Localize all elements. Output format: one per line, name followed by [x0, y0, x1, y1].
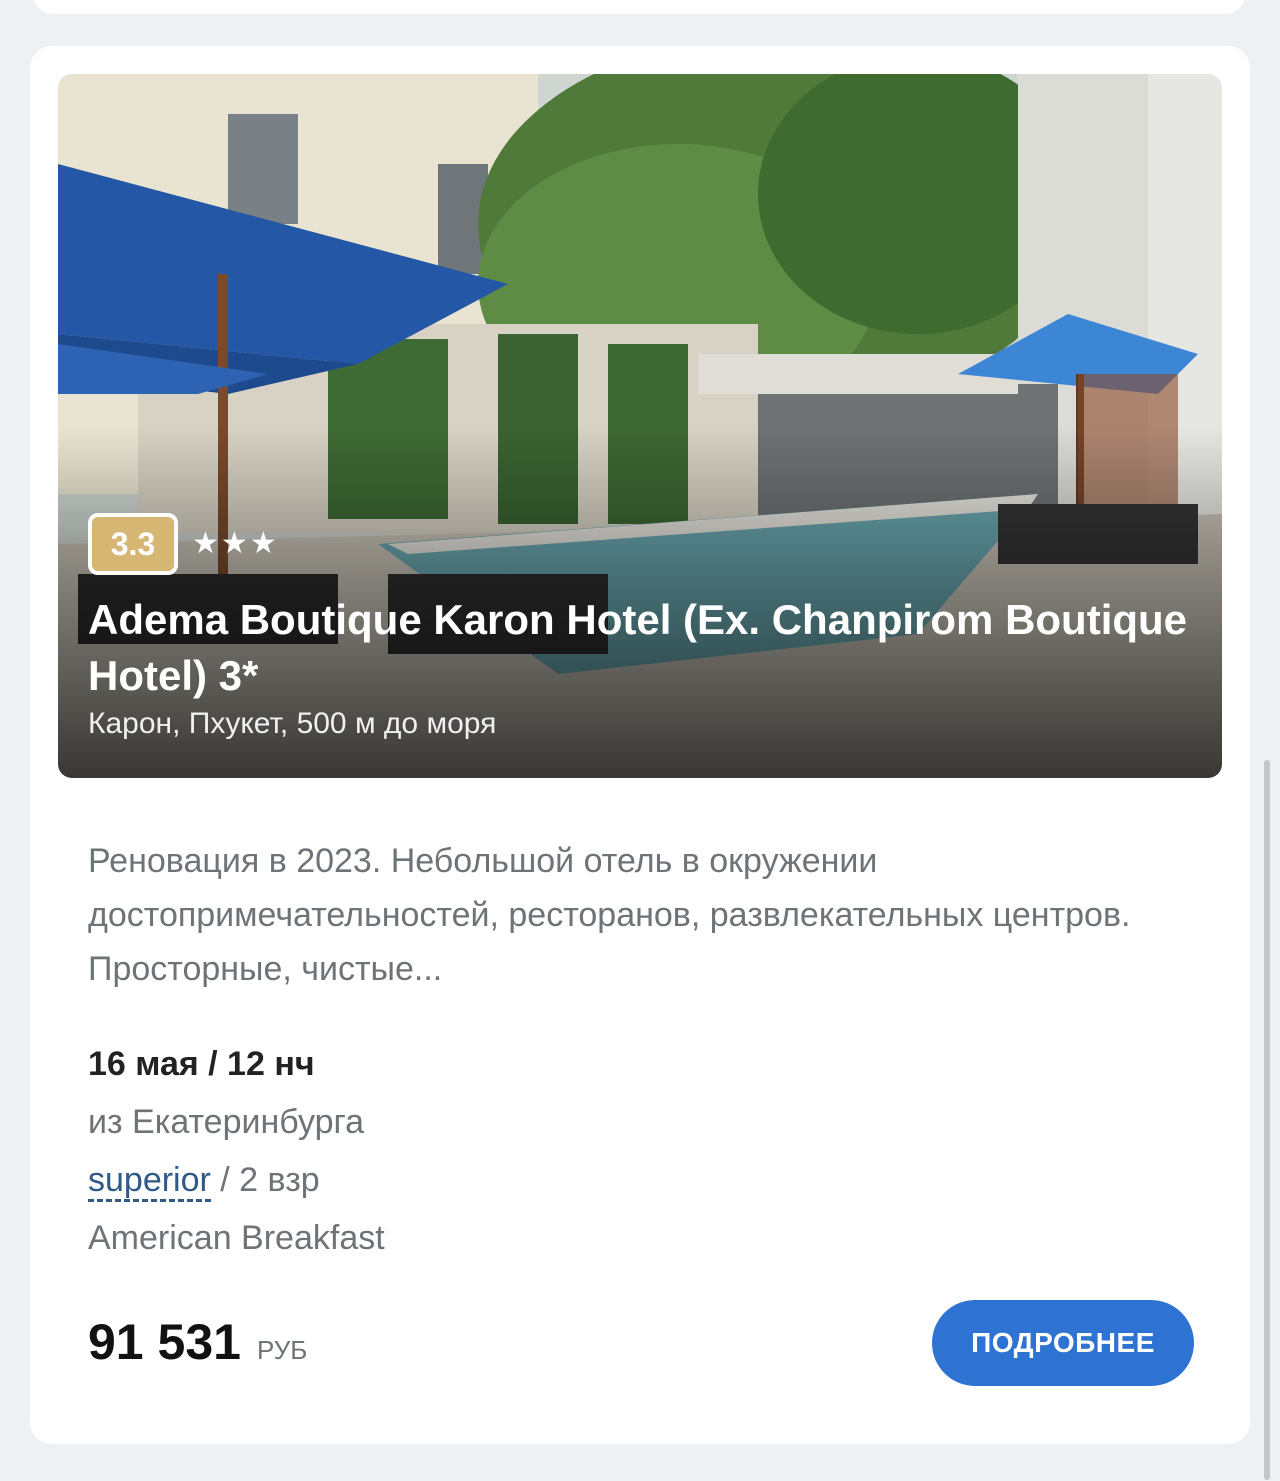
scrollbar[interactable]: [1264, 760, 1270, 1480]
rating-row: 3.3 ★ ★ ★: [88, 510, 279, 578]
guests-count: / 2 взр: [210, 1161, 320, 1199]
price-currency: РУБ: [256, 1335, 308, 1365]
hotel-location: Карон, Пхукет, 500 м до моря: [88, 707, 497, 740]
rating-badge: 3.3: [88, 513, 178, 575]
hotel-photo[interactable]: 3.3 ★ ★ ★ Adema Boutique Karon Hotel (Ex…: [58, 74, 1222, 778]
details-button[interactable]: ПОДРОБНЕЕ: [932, 1300, 1194, 1386]
tour-dates: 16 мая / 12 нч: [88, 1045, 315, 1083]
price-value: 91 531: [88, 1314, 241, 1370]
meal-plan: American Breakfast: [88, 1219, 385, 1257]
star-icon: ★: [192, 526, 219, 561]
star-icon: ★: [220, 526, 248, 561]
room-info: superior / 2 взр: [88, 1158, 320, 1202]
star-rating: ★ ★ ★: [192, 529, 279, 559]
departure-city: из Екатеринбурга: [88, 1103, 365, 1141]
hotel-name[interactable]: Adema Boutique Karon Hotel (Ex. Chanpiro…: [88, 592, 1208, 704]
room-type-link[interactable]: superior: [88, 1161, 211, 1202]
previous-card: [32, 0, 1246, 14]
price: 91 531 РУБ: [88, 1312, 307, 1372]
hotel-card[interactable]: 3.3 ★ ★ ★ Adema Boutique Karon Hotel (Ex…: [30, 46, 1250, 1444]
star-icon: ★: [249, 526, 277, 561]
hotel-description: Реновация в 2023. Небольшой отель в окру…: [88, 842, 1131, 988]
